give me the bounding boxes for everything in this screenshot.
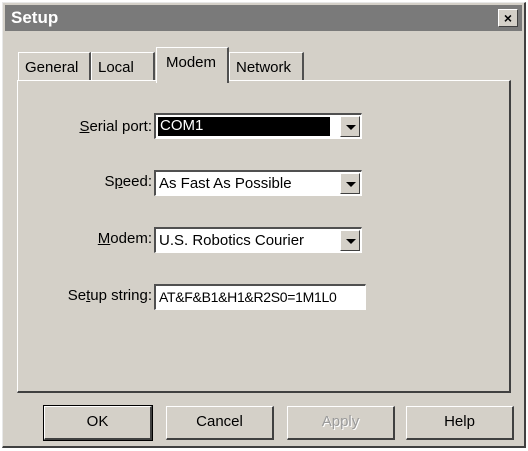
apply-button-label: Apply xyxy=(321,413,360,430)
help-button[interactable]: Help xyxy=(406,406,514,440)
ok-button-label: OK xyxy=(86,413,109,430)
serial-port-select[interactable]: COM1 xyxy=(154,113,362,139)
setup-string-label: Setup string: xyxy=(67,287,152,304)
chevron-down-icon[interactable] xyxy=(340,173,360,194)
tab-local-label: Local xyxy=(98,59,134,76)
setup-string-input[interactable]: AT&F&B1&H1&R2S0=1M1L0 xyxy=(154,284,366,310)
chevron-down-icon[interactable] xyxy=(340,116,360,137)
serial-port-value: COM1 xyxy=(158,117,330,136)
tab-general[interactable]: General xyxy=(18,52,91,80)
tab-general-label: General xyxy=(25,59,79,76)
setup-string-value: AT&F&B1&H1&R2S0=1M1L0 xyxy=(159,289,337,305)
speed-select[interactable]: As Fast As Possible xyxy=(154,170,362,196)
apply-button[interactable]: Apply xyxy=(287,406,395,440)
title-bar: Setup × xyxy=(5,5,522,31)
speed-value: As Fast As Possible xyxy=(159,175,292,192)
close-icon: × xyxy=(503,10,513,26)
help-button-label: Help xyxy=(444,413,475,430)
modem-value: U.S. Robotics Courier xyxy=(159,232,305,249)
modem-label: Modem: xyxy=(97,230,152,247)
tab-modem-label: Modem xyxy=(166,54,217,71)
tab-local[interactable]: Local xyxy=(91,52,155,80)
window-title: Setup xyxy=(11,8,59,27)
modem-select[interactable]: U.S. Robotics Courier xyxy=(154,227,362,253)
ok-button[interactable]: OK xyxy=(43,405,153,441)
tab-network-label: Network xyxy=(236,59,292,76)
speed-label: Speed: xyxy=(104,173,152,190)
tab-modem[interactable]: Modem xyxy=(156,47,229,83)
chevron-down-icon[interactable] xyxy=(340,230,360,251)
serial-port-label: Serial port: xyxy=(79,118,152,135)
cancel-button[interactable]: Cancel xyxy=(166,406,274,440)
close-button[interactable]: × xyxy=(498,9,518,27)
tab-network[interactable]: Network xyxy=(229,52,304,80)
cancel-button-label: Cancel xyxy=(196,413,243,430)
